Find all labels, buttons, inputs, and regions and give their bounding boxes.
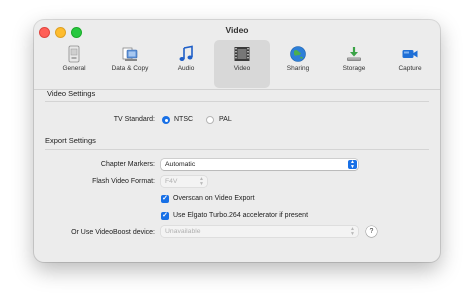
title-bar: Video (34, 20, 440, 42)
overscan-checkbox[interactable]: ✓ (161, 195, 169, 203)
video-settings-heading: Video Settings (47, 89, 96, 98)
tab-data-copy-label: Data & Copy (111, 65, 149, 72)
chapter-markers-label: Chapter Markers: (100, 161, 155, 168)
tab-audio[interactable]: Audio (158, 40, 214, 88)
tab-general-label: General (62, 65, 86, 72)
help-button[interactable]: ? (366, 226, 377, 237)
tab-video[interactable]: Video (214, 40, 270, 88)
chevron-updown-icon: ▲ ▼ (348, 160, 357, 169)
pal-radio[interactable] (206, 116, 214, 124)
tab-data-copy[interactable]: Data & Copy (102, 40, 158, 88)
chevron-updown-icon: ▲ ▼ (199, 176, 204, 187)
film-icon (234, 47, 250, 61)
download-tray-icon (347, 47, 361, 61)
tab-capture[interactable]: Capture (382, 40, 438, 88)
window-title: Video (225, 25, 249, 35)
chapter-markers-select[interactable]: Automatic ▲ ▼ (161, 159, 358, 170)
data-copy-icon (122, 47, 138, 61)
ntsc-radio[interactable] (162, 116, 170, 124)
tab-sharing[interactable]: Sharing (270, 40, 326, 88)
tab-sharing-label: Sharing (286, 65, 310, 72)
tab-general[interactable]: General (46, 40, 102, 88)
general-icon (68, 45, 80, 63)
pal-label[interactable]: PAL (219, 116, 232, 123)
chevron-updown-icon: ▲ ▼ (350, 226, 355, 237)
tab-capture-label: Capture (398, 65, 422, 72)
music-note-icon (179, 45, 193, 61)
preferences-window: Video General Data & Copy Audio Video Sh… (34, 20, 440, 262)
chapter-markers-value: Automatic (165, 161, 196, 168)
turbo-accelerator-checkbox[interactable]: ✓ (161, 212, 169, 220)
overscan-label[interactable]: Overscan on Video Export (173, 195, 255, 202)
tab-storage-label: Storage (342, 65, 366, 72)
tab-storage[interactable]: Storage (326, 40, 382, 88)
videoboost-value: Unavailable (165, 228, 201, 235)
video-camera-icon (402, 50, 418, 58)
videoboost-select[interactable]: Unavailable ▲ ▼ (161, 226, 358, 237)
flash-video-format-label: Flash Video Format: (92, 178, 155, 185)
tab-audio-label: Audio (177, 65, 195, 72)
globe-icon (290, 46, 306, 62)
videoboost-label: Or Use VideoBoost device: (71, 229, 155, 236)
export-settings-divider (45, 149, 429, 150)
export-settings-heading: Export Settings (45, 136, 96, 145)
tab-video-label: Video (233, 65, 251, 72)
ntsc-label[interactable]: NTSC (174, 116, 193, 123)
preferences-toolbar: General Data & Copy Audio Video Sharing … (34, 40, 440, 90)
flash-video-format-select[interactable]: F4V ▲ ▼ (161, 176, 207, 187)
flash-video-format-value: F4V (165, 178, 178, 185)
video-settings-divider (45, 101, 429, 102)
tv-standard-label: TV Standard: (113, 116, 155, 123)
turbo-accelerator-label[interactable]: Use Elgato Turbo.264 accelerator if pres… (173, 212, 308, 219)
